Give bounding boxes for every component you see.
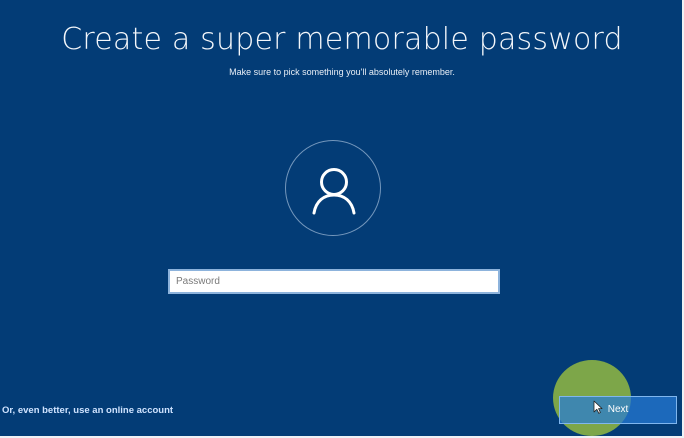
mouse-pointer-icon — [593, 400, 603, 414]
page-subtitle: Make sure to pick something you'll absol… — [229, 67, 455, 77]
next-button[interactable]: Next — [559, 396, 677, 424]
oobe-password-screen: Create a super memorable password Make s… — [0, 0, 684, 438]
user-icon — [312, 168, 356, 215]
page-title: Create a super memorable password — [61, 22, 623, 57]
password-input[interactable] — [168, 269, 500, 294]
avatar — [285, 140, 381, 236]
use-online-account-link[interactable]: Or, even better, use an online account — [2, 405, 173, 416]
next-button-label: Next — [607, 404, 629, 415]
